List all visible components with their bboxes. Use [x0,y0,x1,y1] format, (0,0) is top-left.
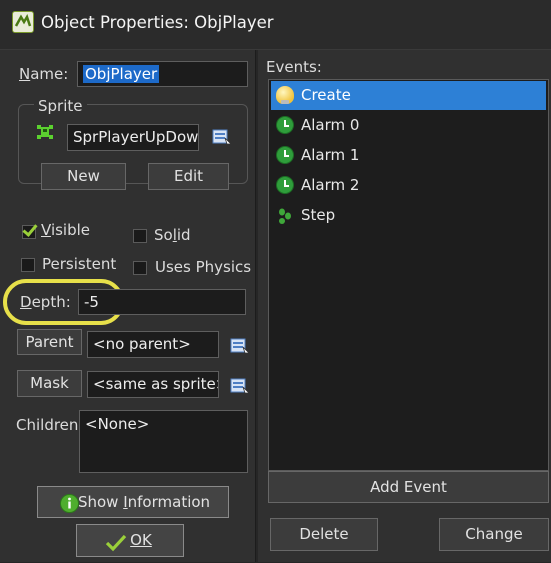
solid-checkbox[interactable] [133,229,147,243]
children-label: Children: [16,416,84,434]
delete-event-button[interactable]: Delete [270,518,378,551]
right-panel: Events: Create Alarm 0 Alarm 1 Alarm 2 S… [258,50,551,562]
solid-label: Solid [154,226,191,244]
new-sprite-button[interactable]: New [41,163,126,190]
ok-button[interactable]: OK [76,524,184,557]
name-label: Name: [19,65,69,83]
event-alarm-2-label: Alarm 2 [301,176,360,194]
alarm-clock-icon [276,176,294,194]
title-bar: Object Properties: ObjPlayer [0,0,551,50]
mask-menu-icon[interactable] [230,377,250,395]
persistent-label: Persistent [42,255,117,273]
events-list[interactable]: Create Alarm 0 Alarm 1 Alarm 2 Step [268,79,549,471]
edit-sprite-button[interactable]: Edit [148,163,229,190]
event-alarm-0[interactable]: Alarm 0 [271,111,546,140]
info-icon [60,493,79,513]
children-list[interactable]: <None> [79,410,248,473]
left-panel: Name: ObjPlayer Sprite SprPlayerUpDown N… [0,50,256,562]
checkmark-icon [105,532,127,552]
depth-input[interactable]: -5 [78,289,246,315]
sprite-field[interactable]: SprPlayerUpDown [67,124,199,151]
sprite-menu-icon[interactable] [212,128,232,146]
alarm-clock-icon [276,146,294,164]
sprite-group-label: Sprite [34,97,87,115]
event-alarm-2[interactable]: Alarm 2 [271,171,546,200]
event-step[interactable]: Step [271,201,546,230]
events-label: Events: [266,58,322,76]
name-input[interactable]: ObjPlayer [77,61,248,87]
event-create-label: Create [301,86,351,104]
uses-physics-label: Uses Physics [155,258,252,276]
uses-physics-checkbox[interactable] [133,261,147,275]
alarm-clock-icon [276,116,294,134]
event-alarm-1-label: Alarm 1 [301,146,360,164]
depth-label: Depth: [20,293,71,311]
gamemaker-icon [12,11,34,33]
lightbulb-icon [276,86,294,104]
show-information-label: Show Information [77,493,211,511]
mask-button[interactable]: Mask [17,370,82,397]
window-title: Object Properties: ObjPlayer [41,13,274,32]
show-information-button[interactable]: Show Information [37,486,229,518]
visible-checkbox[interactable] [22,225,36,239]
parent-menu-icon[interactable] [230,337,250,355]
parent-button[interactable]: Parent [17,329,82,355]
sprite-preview-icon [35,122,55,142]
event-create[interactable]: Create [271,81,546,110]
event-alarm-0-label: Alarm 0 [301,116,360,134]
event-step-label: Step [301,206,336,224]
step-icon [276,206,294,224]
ok-label: OK [130,531,152,549]
visible-label: Visible [41,221,91,239]
persistent-checkbox[interactable] [21,258,35,272]
parent-field[interactable]: <no parent> [87,331,219,358]
add-event-button[interactable]: Add Event [268,471,549,503]
mask-field[interactable]: <same as sprite> [87,371,219,398]
event-alarm-1[interactable]: Alarm 1 [271,141,546,170]
change-event-button[interactable]: Change [439,518,549,551]
